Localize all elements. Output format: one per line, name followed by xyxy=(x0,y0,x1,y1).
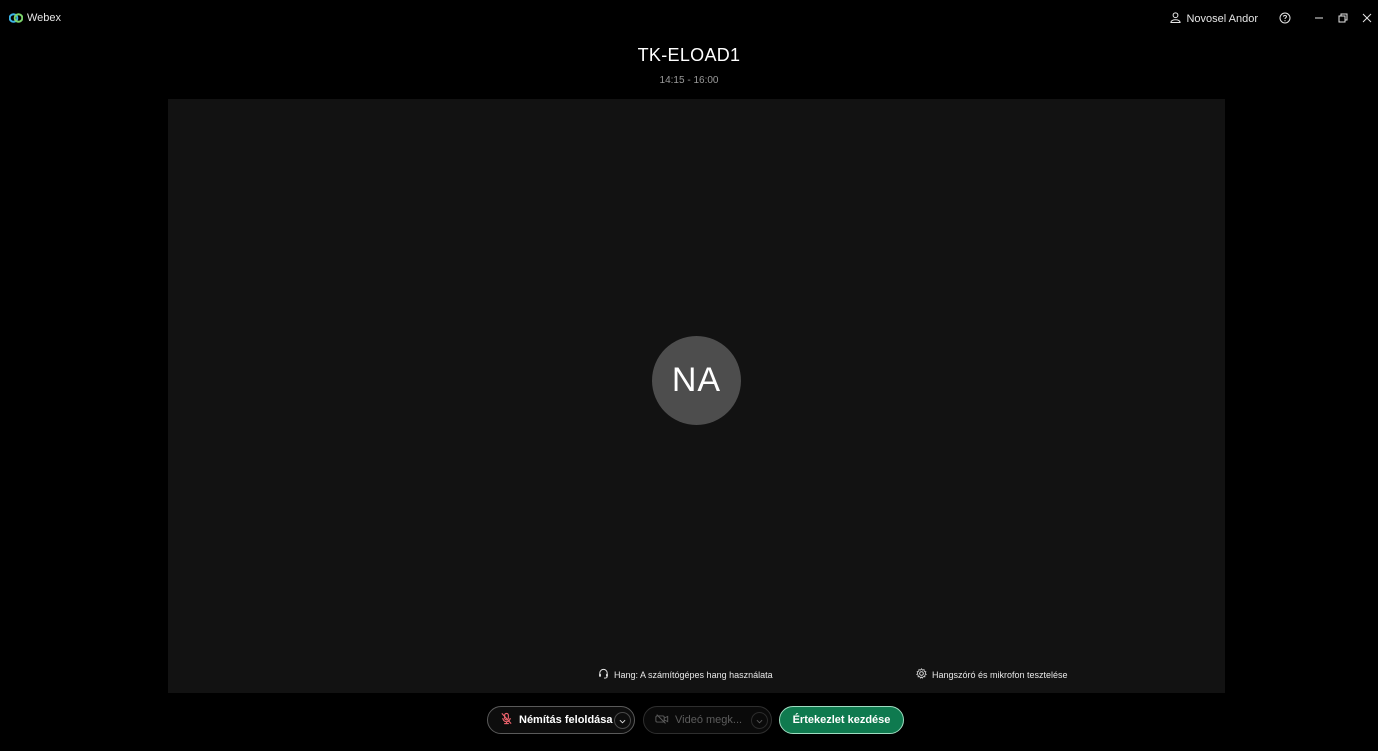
app-brand: Webex xyxy=(8,12,62,24)
help-button[interactable] xyxy=(1274,8,1296,30)
meeting-controls: Némítás feloldása Videó megk... Értekezl… xyxy=(0,706,1378,736)
webex-logo-icon xyxy=(8,13,24,23)
avatar: NA xyxy=(652,336,741,425)
user-name: Novosel Andor xyxy=(1186,13,1258,25)
minimize-icon xyxy=(1314,13,1324,26)
audio-options-dropdown[interactable] xyxy=(614,712,631,729)
video-preview: NA Hang: A számítógépes hang használata … xyxy=(168,99,1225,693)
title-bar-actions: Novosel Andor xyxy=(1170,8,1378,30)
microphone-muted-icon xyxy=(500,712,519,728)
meeting-time: 14:15 - 16:00 xyxy=(659,75,719,86)
restore-button[interactable] xyxy=(1332,8,1354,30)
meeting-title: TK-ELOAD1 xyxy=(637,45,741,65)
app-name: Webex xyxy=(27,12,62,24)
video-button[interactable]: Videó megk... xyxy=(643,706,772,734)
video-off-icon xyxy=(655,713,675,728)
webex-window: Webex Novosel Andor TK-ELOAD1 14:15 - 16… xyxy=(0,0,1378,751)
user-account-button[interactable]: Novosel Andor xyxy=(1170,12,1258,26)
user-icon xyxy=(1170,12,1186,26)
test-speaker-mic-label: Hangszóró és mikrofon tesztelése xyxy=(932,669,1068,680)
video-main: Videó megk... xyxy=(644,713,742,728)
chevron-down-icon xyxy=(756,715,763,727)
unmute-button[interactable]: Némítás feloldása xyxy=(487,706,635,734)
audio-connection-button[interactable]: Hang: A számítógépes hang használata xyxy=(598,668,773,681)
minimize-button[interactable] xyxy=(1308,8,1330,30)
chevron-down-icon xyxy=(619,715,626,727)
unmute-label: Némítás feloldása xyxy=(519,714,613,726)
headset-icon xyxy=(598,668,614,681)
title-bar: Webex Novosel Andor xyxy=(0,0,1378,36)
unmute-main: Némítás feloldása xyxy=(488,712,613,728)
start-meeting-button[interactable]: Értekezlet kezdése xyxy=(779,706,904,734)
video-options-dropdown[interactable] xyxy=(751,712,768,729)
close-button[interactable] xyxy=(1356,8,1378,30)
close-icon xyxy=(1362,13,1372,26)
video-label: Videó megk... xyxy=(675,714,743,726)
restore-icon xyxy=(1338,13,1348,26)
help-icon xyxy=(1279,12,1291,27)
start-meeting-label: Értekezlet kezdése xyxy=(792,714,891,726)
gear-icon xyxy=(916,668,932,681)
audio-connection-label: Hang: A számítógépes hang használata xyxy=(614,669,773,680)
test-speaker-mic-button[interactable]: Hangszóró és mikrofon tesztelése xyxy=(916,668,1068,681)
